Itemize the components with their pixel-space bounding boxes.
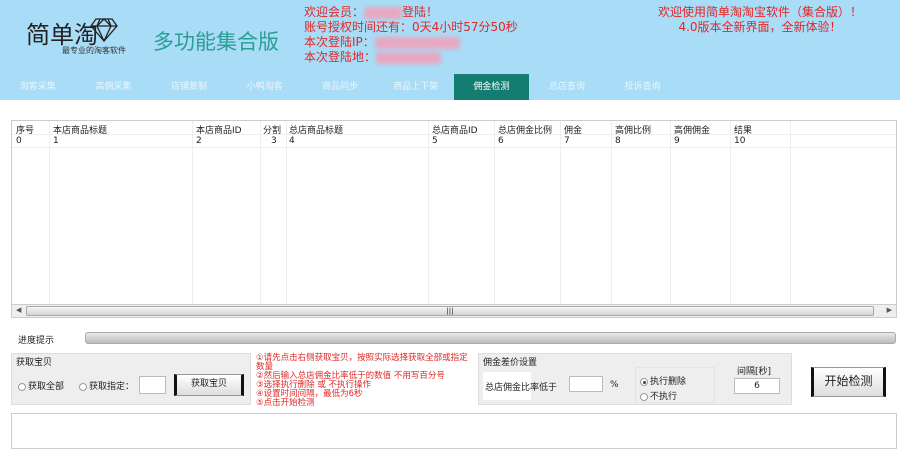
location-redacted: [376, 51, 442, 64]
table-cell: 0: [16, 136, 22, 146]
license-time: 账号授权时间还有：0天4小时57分50秒: [304, 20, 518, 34]
radio-execute-delete[interactable]: 执行删除: [640, 374, 686, 387]
table-cell: 4: [289, 136, 295, 146]
instruction-line: ①请先点击右侧获取宝贝，按照实际选择获取全部或指定数量: [256, 353, 468, 372]
notice-line: 4.0版本全新界面，全新体验！: [678, 20, 842, 34]
radio-label: 获取指定：: [89, 382, 135, 392]
table-cell: 5: [432, 136, 438, 146]
radio-no-execute[interactable]: 不执行: [640, 389, 677, 402]
notice: 欢迎使用简单淘淘宝软件（集合版）！ 4.0版本全新界面，全新体验！: [640, 5, 880, 35]
diamond-icon: [90, 18, 118, 43]
welcome-suffix: 登陆！: [402, 5, 439, 19]
table-header: 序号 本店商品标题 本店商品ID 分割 总店商品标题 总店商品ID 总店佣金比例…: [12, 122, 896, 136]
tab-xiaoya-taoke[interactable]: 小鸭淘客: [227, 74, 303, 100]
table-cell: 9: [674, 136, 680, 146]
progress-bar: [85, 332, 896, 344]
notice-line: 欢迎使用简单淘淘宝软件（集合版）！: [657, 5, 862, 19]
welcome-prefix: 欢迎会员：: [304, 5, 365, 19]
scroll-left-icon[interactable]: ◀: [16, 306, 21, 314]
rate-label: 总店佣金比率低于: [485, 383, 558, 393]
tab-product-listing[interactable]: 商品上下架: [378, 74, 454, 100]
location-label: 本次登陆地：: [304, 50, 377, 64]
header: 简单淘 最专业的淘客软件 多功能集合版 欢迎会员： 登陆！ 账号授权时间还有：0天…: [0, 0, 900, 100]
radio-icon: [640, 392, 648, 401]
scrollbar-thumb[interactable]: |||: [26, 306, 874, 316]
instructions: ①请先点击右侧获取宝贝，按照实际选择获取全部或指定数量 ②然后输入总店佣金比率低…: [256, 354, 471, 408]
ip-label: 本次登陆IP：: [304, 35, 375, 49]
tab-commission-check[interactable]: 佣金检测: [453, 74, 530, 100]
nav-tabs: 淘客采集 高佣采集 店铺复制 小鸭淘客 商品同步 商品上下架 佣金检测 总店查询…: [0, 74, 900, 100]
logo-subtitle: 最专业的淘客软件: [62, 46, 126, 55]
rate-input[interactable]: [569, 376, 603, 392]
tab-product-sync[interactable]: 商品同步: [302, 74, 378, 100]
log-output[interactable]: [11, 413, 897, 449]
table-cell: 10: [734, 136, 746, 146]
radio-fetch-all[interactable]: 获取全部: [18, 379, 64, 392]
table-cell: 3: [271, 136, 277, 146]
tab-shop-copy[interactable]: 店铺复制: [151, 74, 227, 100]
start-check-button[interactable]: 开始检测: [811, 367, 886, 397]
instruction-line: ⑤点击开始检测: [256, 398, 315, 408]
table-cell: 8: [615, 136, 621, 146]
table-cell: 2: [196, 136, 202, 146]
results-table[interactable]: 序号 本店商品标题 本店商品ID 分割 总店商品标题 总店商品ID 总店佣金比例…: [11, 120, 897, 318]
percent-label: %: [610, 380, 619, 390]
group-title: 获取宝贝: [16, 358, 53, 368]
tab-high-commission-collect[interactable]: 高佣采集: [76, 74, 152, 100]
table-cell: 1: [53, 136, 59, 146]
radio-fetch-specified[interactable]: 获取指定：: [79, 379, 134, 392]
tab-complaint-query[interactable]: 投诉查询: [605, 74, 681, 100]
scroll-right-icon[interactable]: ▶: [887, 306, 892, 314]
radio-icon: [18, 382, 26, 391]
account-info: 欢迎会员： 登陆！ 账号授权时间还有：0天4小时57分50秒 本次登陆IP： 本次…: [304, 5, 518, 65]
table-row[interactable]: 0 1 2 3 4 5 6 7 8 9 10: [12, 135, 896, 148]
radio-icon: [79, 382, 87, 391]
interval-input[interactable]: 6: [734, 378, 780, 394]
fetch-count-input[interactable]: [139, 376, 166, 394]
progress-label: 进度提示: [18, 336, 55, 346]
tab-main-store-query[interactable]: 总店查询: [529, 74, 605, 100]
tab-taoke-collect[interactable]: 淘客采集: [0, 74, 76, 100]
fetch-items-button[interactable]: 获取宝贝: [174, 374, 244, 396]
group-title: 佣金差价设置: [483, 358, 538, 368]
fetch-items-group: 获取宝贝 获取全部 获取指定： 获取宝贝: [11, 353, 251, 405]
edition-title: 多功能集合版: [153, 30, 279, 54]
radio-label: 不执行: [650, 392, 678, 402]
radio-label: 获取全部: [28, 382, 65, 392]
ip-redacted: [374, 36, 460, 49]
table-cell: 6: [498, 136, 504, 146]
radio-icon: [640, 377, 648, 386]
interval-label: 间隔[秒]: [737, 367, 772, 377]
table-cell: 7: [564, 136, 570, 146]
commission-diff-group: 佣金差价设置 总店佣金比率低于 % 执行删除 不执行 间隔[秒] 6: [478, 353, 792, 405]
username-redacted: [364, 6, 403, 19]
radio-label: 执行删除: [650, 377, 687, 387]
horizontal-scrollbar[interactable]: ◀ ||| ▶: [12, 304, 896, 317]
